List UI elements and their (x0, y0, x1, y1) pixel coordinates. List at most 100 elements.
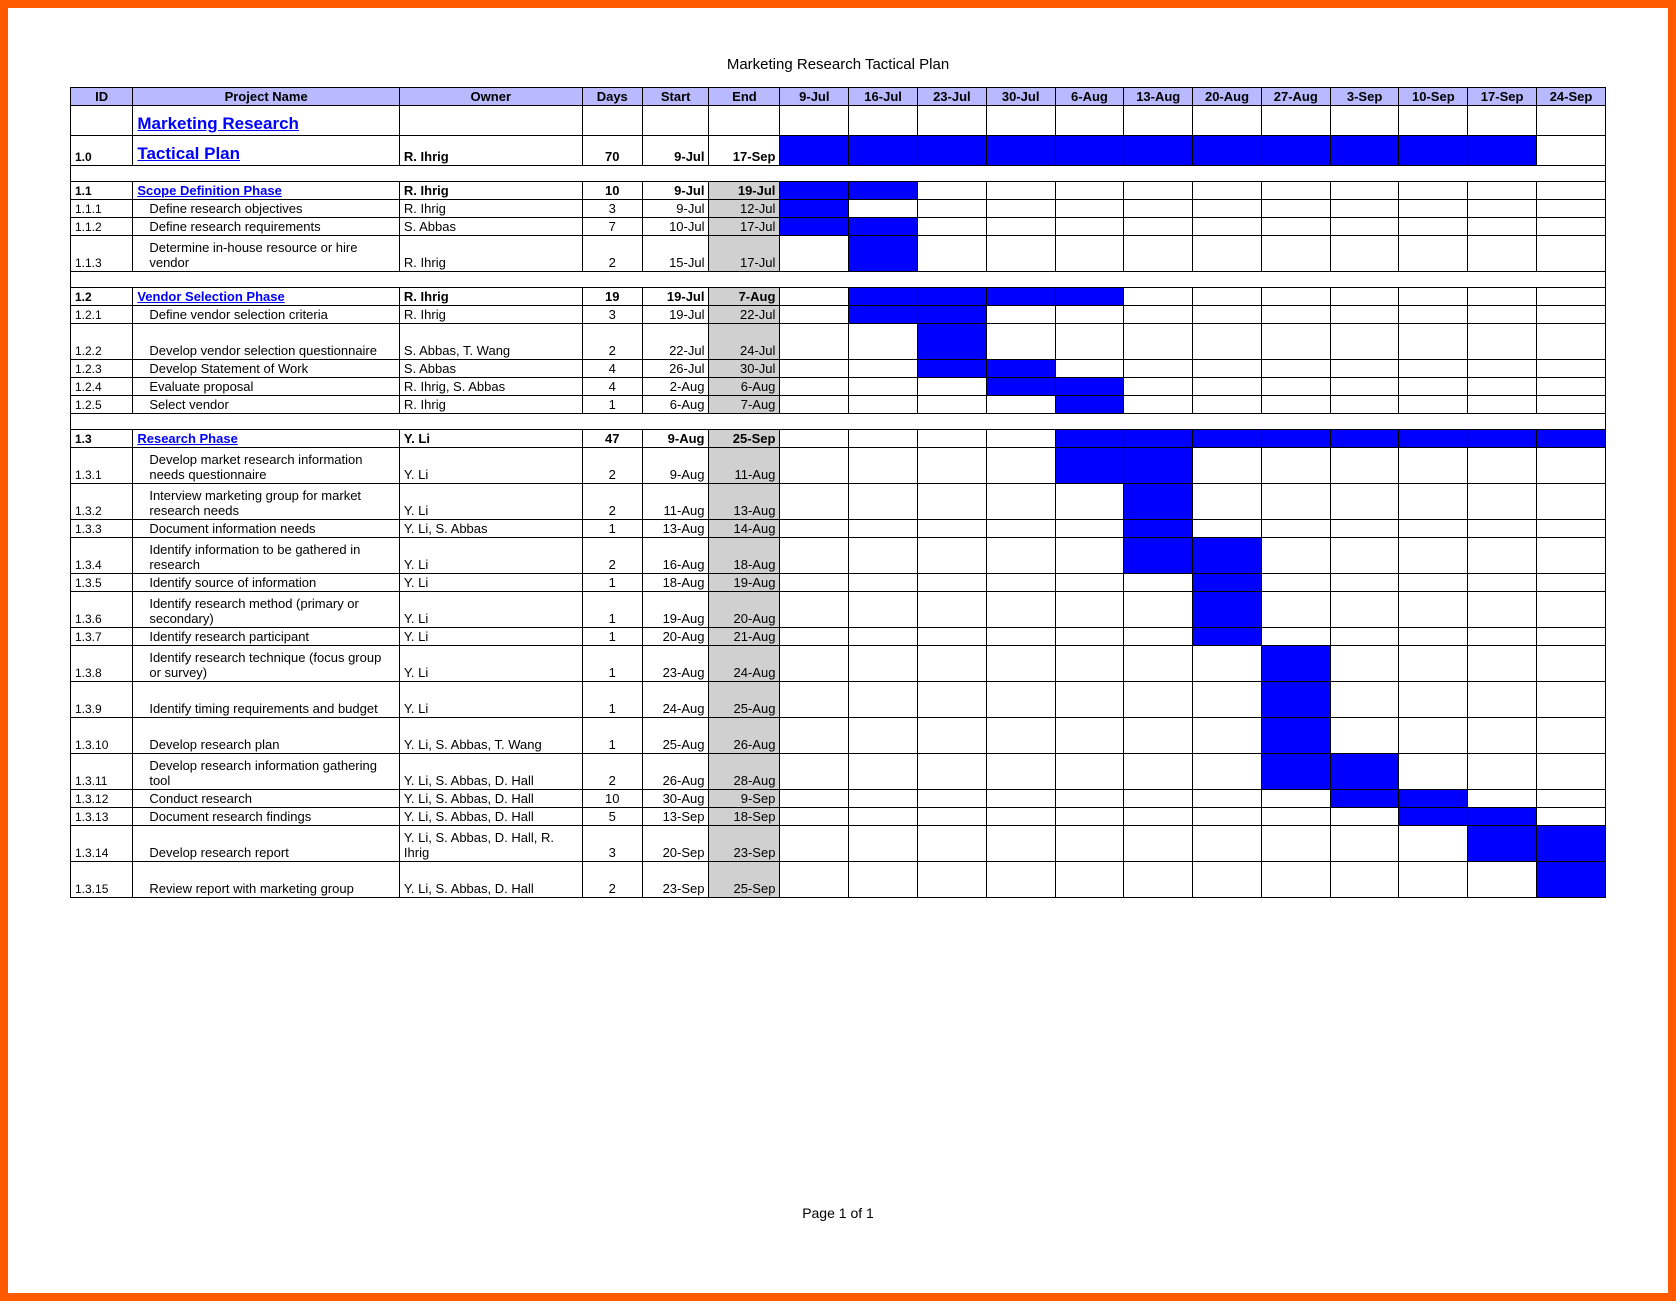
gantt-cell (986, 218, 1055, 236)
gantt-cell (1468, 396, 1537, 414)
gantt-cell (1055, 106, 1124, 136)
cell-name: Develop research plan (133, 718, 400, 754)
gantt-cell (849, 236, 918, 272)
task-row: 1.3.4Identify information to be gathered… (71, 538, 1606, 574)
cell-owner: Y. Li (399, 448, 582, 484)
cell-date: 9-Jul (642, 182, 709, 200)
gantt-cell (1537, 360, 1606, 378)
cell-date: 9-Aug (642, 448, 709, 484)
gantt-cell (1468, 324, 1537, 360)
gantt-cell (1124, 378, 1193, 396)
cell-date: 9-Jul (642, 200, 709, 218)
gantt-cell (1261, 646, 1330, 682)
header-week: 17-Sep (1468, 88, 1537, 106)
cell-date: 11-Aug (642, 484, 709, 520)
cell-date: 7-Aug (709, 396, 780, 414)
gantt-cell (1330, 182, 1399, 200)
cell-owner: S. Abbas (399, 218, 582, 236)
gantt-cell (1055, 790, 1124, 808)
gantt-cell (986, 826, 1055, 862)
gantt-cell (1124, 106, 1193, 136)
cell-id: 1.3.2 (71, 484, 133, 520)
cell-id: 1.3.14 (71, 826, 133, 862)
gantt-cell (1330, 520, 1399, 538)
gantt-cell (1055, 592, 1124, 628)
cell-date: 17-Sep (709, 136, 780, 166)
cell-days: 3 (582, 200, 642, 218)
cell-name: Document information needs (133, 520, 400, 538)
gantt-cell (780, 718, 849, 754)
gantt-cell (1330, 754, 1399, 790)
gantt-cell (1124, 396, 1193, 414)
gantt-cell (1193, 324, 1262, 360)
cell-owner: Y. Li (399, 628, 582, 646)
header-week: 23-Jul (917, 88, 986, 106)
gantt-cell (1399, 218, 1468, 236)
gantt-cell (917, 360, 986, 378)
gantt-cell (780, 218, 849, 236)
gantt-cell (780, 628, 849, 646)
gantt-cell (917, 538, 986, 574)
table-header: IDProject NameOwnerDaysStartEnd9-Jul16-J… (71, 88, 1606, 106)
gantt-cell (1399, 538, 1468, 574)
gantt-cell (1124, 484, 1193, 520)
cell-date: 19-Jul (709, 182, 780, 200)
gantt-cell (1330, 136, 1399, 166)
gantt-cell (1468, 106, 1537, 136)
task-row: 1.3.7Identify research participantY. Li1… (71, 628, 1606, 646)
gantt-cell (1193, 378, 1262, 396)
gantt-cell (1261, 236, 1330, 272)
gantt-cell (1468, 574, 1537, 592)
gantt-cell (986, 484, 1055, 520)
cell-name: Define vendor selection criteria (133, 306, 400, 324)
cell-id: 1.2.2 (71, 324, 133, 360)
spacer-row (71, 166, 1606, 182)
gantt-cell (780, 182, 849, 200)
gantt-cell (1468, 430, 1537, 448)
cell-id: 1.2.4 (71, 378, 133, 396)
gantt-cell (917, 448, 986, 484)
cell-owner (399, 106, 582, 136)
cell-owner: Y. Li (399, 574, 582, 592)
cell-days: 4 (582, 378, 642, 396)
gantt-cell (780, 360, 849, 378)
task-row: 1.3.11Develop research information gathe… (71, 754, 1606, 790)
gantt-cell (986, 718, 1055, 754)
gantt-cell (780, 136, 849, 166)
gantt-cell (1261, 808, 1330, 826)
gantt-cell (1055, 378, 1124, 396)
cell-owner: R. Ihrig (399, 236, 582, 272)
gantt-cell (1468, 136, 1537, 166)
gantt-cell (1261, 106, 1330, 136)
gantt-cell (1537, 520, 1606, 538)
cell-owner: R. Ihrig (399, 136, 582, 166)
gantt-cell (1193, 288, 1262, 306)
cell-days: 1 (582, 396, 642, 414)
gantt-cell (1399, 106, 1468, 136)
gantt-cell (1399, 430, 1468, 448)
gantt-cell (1193, 448, 1262, 484)
gantt-cell (849, 182, 918, 200)
gantt-cell (917, 574, 986, 592)
gantt-cell (1468, 236, 1537, 272)
cell-date: 6-Aug (642, 396, 709, 414)
task-row: 1.3.1Develop market research information… (71, 448, 1606, 484)
cell-name: Identify timing requirements and budget (133, 682, 400, 718)
gantt-cell (1468, 306, 1537, 324)
gantt-cell (1330, 646, 1399, 682)
gantt-cell (1193, 136, 1262, 166)
gantt-cell (1330, 200, 1399, 218)
cell-id: 1.3.6 (71, 592, 133, 628)
cell-id: 1.3.13 (71, 808, 133, 826)
gantt-cell (917, 136, 986, 166)
gantt-cell (849, 628, 918, 646)
cell-date: 20-Sep (642, 826, 709, 862)
gantt-cell (780, 538, 849, 574)
cell-name: Tactical Plan (133, 136, 400, 166)
gantt-cell (849, 360, 918, 378)
gantt-cell (1537, 484, 1606, 520)
cell-id: 1.3.5 (71, 574, 133, 592)
cell-days: 7 (582, 218, 642, 236)
gantt-cell (1261, 378, 1330, 396)
cell-date: 20-Aug (709, 592, 780, 628)
